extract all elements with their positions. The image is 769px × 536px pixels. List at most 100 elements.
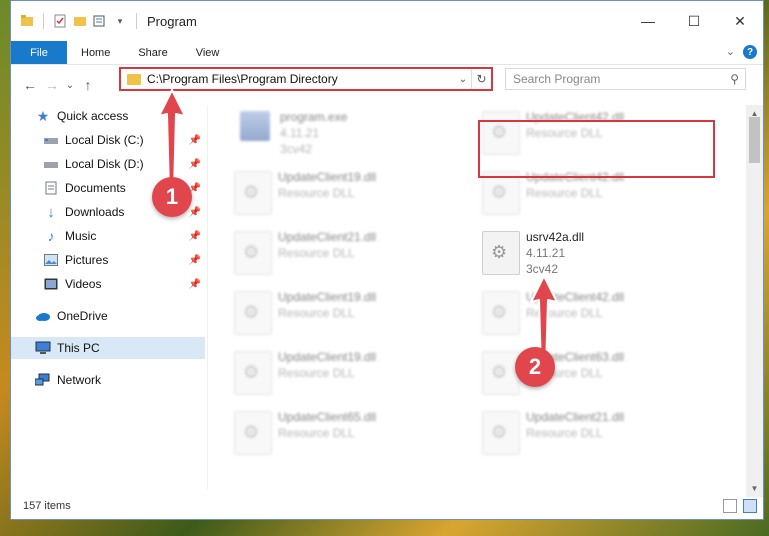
sidebar-item-label: Music bbox=[65, 229, 97, 243]
file-version: 4.11.21 bbox=[280, 126, 320, 140]
file-item[interactable]: UpdateClient21.dll Resource DLL bbox=[230, 225, 460, 281]
explorer-window: ▾ Program — ☐ ✕ File Home Share View ⌄ ?… bbox=[10, 0, 764, 520]
forward-button[interactable]: → bbox=[41, 74, 63, 96]
file-type: Resource DLL bbox=[278, 366, 355, 380]
customize-toolbar-icon[interactable] bbox=[92, 13, 108, 29]
pin-icon: 📌 bbox=[188, 230, 201, 242]
cloud-icon bbox=[35, 308, 51, 324]
chevron-down-icon[interactable]: ⌄ bbox=[455, 74, 471, 85]
videos-icon bbox=[43, 276, 59, 292]
dll-file-icon bbox=[482, 351, 520, 395]
file-type: Resource DLL bbox=[278, 246, 355, 260]
expand-ribbon-icon[interactable]: ⌄ bbox=[726, 45, 735, 59]
dll-file-icon bbox=[234, 351, 272, 395]
file-name: UpdateClient19.dll bbox=[278, 170, 377, 184]
up-button[interactable]: ↑ bbox=[77, 74, 99, 96]
file-item[interactable]: UpdateClient65.dll Resource DLL bbox=[230, 405, 460, 461]
file-name: UpdateClient19.dll bbox=[278, 350, 377, 364]
tab-view[interactable]: View bbox=[182, 41, 234, 64]
file-item[interactable]: UpdateClient21.dll Resource DLL bbox=[478, 405, 708, 461]
tab-home[interactable]: Home bbox=[67, 41, 124, 64]
toolbar-separator bbox=[136, 13, 137, 29]
sidebar-item-label: Documents bbox=[65, 181, 126, 195]
ribbon-right: ⌄ ? bbox=[726, 45, 757, 59]
callout-number-2: 2 bbox=[515, 347, 555, 387]
tab-share[interactable]: Share bbox=[124, 41, 181, 64]
file-type: Resource DLL bbox=[278, 186, 355, 200]
documents-icon bbox=[43, 180, 59, 196]
recent-locations-button[interactable]: ⌄ bbox=[63, 74, 77, 96]
network-icon bbox=[35, 372, 51, 388]
search-icon: ⚲ bbox=[730, 72, 739, 86]
file-item[interactable]: UpdateClient19.dll Resource DLL bbox=[230, 345, 460, 401]
sidebar-item-network[interactable]: Network bbox=[11, 369, 205, 391]
download-icon: ↓ bbox=[47, 203, 55, 221]
dll-file-icon bbox=[482, 231, 520, 275]
new-folder-icon[interactable] bbox=[72, 13, 88, 29]
title-bar: ▾ Program — ☐ ✕ bbox=[11, 1, 763, 41]
dll-file-icon bbox=[234, 411, 272, 455]
file-type: Resource DLL bbox=[526, 186, 603, 200]
address-path[interactable]: C:\Program Files\Program Directory bbox=[147, 72, 455, 86]
sidebar-item-pictures[interactable]: Pictures 📌 bbox=[11, 249, 205, 271]
file-type: Resource DLL bbox=[278, 306, 355, 320]
pictures-icon bbox=[43, 252, 59, 268]
sidebar-item-music[interactable]: ♪ Music 📌 bbox=[11, 225, 205, 247]
file-item[interactable]: UpdateClient63.dllResource DLL bbox=[478, 345, 708, 401]
file-name: UpdateClient21.dll bbox=[278, 230, 377, 244]
dll-file-icon bbox=[482, 291, 520, 335]
minimize-button[interactable]: — bbox=[625, 1, 671, 41]
sidebar-item-videos[interactable]: Videos 📌 bbox=[11, 273, 205, 295]
file-item[interactable]: UpdateClient19.dll Resource DLL bbox=[230, 285, 460, 341]
file-name: usrv42a.dll bbox=[526, 230, 585, 244]
file-name: program.exe bbox=[280, 110, 348, 124]
back-button[interactable]: ← bbox=[19, 74, 41, 96]
toolbar-separator bbox=[43, 13, 44, 29]
details-view-icon[interactable] bbox=[723, 499, 737, 513]
pin-icon: 📌 bbox=[188, 206, 201, 218]
sidebar-item-label: Pictures bbox=[65, 253, 109, 267]
ribbon-tabs: File Home Share View ⌄ ? bbox=[11, 41, 763, 65]
dll-file-icon bbox=[234, 171, 272, 215]
maximize-button[interactable]: ☐ bbox=[671, 1, 717, 41]
item-count: 157 items bbox=[23, 500, 71, 512]
search-placeholder: Search Program bbox=[513, 72, 601, 86]
dll-file-icon bbox=[234, 231, 272, 275]
large-icons-view-icon[interactable] bbox=[743, 499, 757, 513]
drive-icon bbox=[43, 132, 59, 148]
tab-file[interactable]: File bbox=[11, 41, 67, 64]
sidebar-item-this-pc[interactable]: This PC bbox=[11, 337, 205, 359]
file-name: UpdateClient65.dll bbox=[278, 410, 377, 424]
file-detail: 3cv42 bbox=[280, 142, 313, 156]
file-version: 4.11.21 bbox=[526, 246, 566, 260]
sidebar-item-label: Quick access bbox=[57, 109, 129, 123]
sidebar-item-label: Downloads bbox=[65, 205, 125, 219]
pin-icon: 📌 bbox=[188, 254, 201, 266]
file-name: UpdateClient21.dll bbox=[526, 410, 625, 424]
file-item[interactable]: program.exe 4.11.21 3cv42 bbox=[230, 105, 460, 161]
sidebar-item-label: Local Disk (D:) bbox=[65, 157, 144, 171]
help-icon[interactable]: ? bbox=[743, 45, 757, 59]
file-item-usrv42a[interactable]: usrv42a.dll4.11.213cv42 bbox=[478, 225, 708, 281]
chevron-down-icon[interactable]: ▾ bbox=[112, 13, 128, 29]
file-name: UpdateClient19.dll bbox=[278, 290, 377, 304]
view-toggle bbox=[723, 499, 757, 513]
file-item[interactable]: UpdateClient19.dll Resource DLL bbox=[230, 165, 460, 221]
sidebar-item-label: Network bbox=[57, 373, 102, 387]
close-button[interactable]: ✕ bbox=[717, 1, 763, 41]
search-input[interactable]: Search Program ⚲ bbox=[505, 68, 746, 90]
properties-icon[interactable] bbox=[52, 13, 68, 29]
scroll-thumb[interactable] bbox=[749, 117, 760, 163]
application-icon bbox=[240, 111, 270, 141]
file-item[interactable]: UpdateClient42.dllResource DLL bbox=[478, 285, 708, 341]
computer-icon bbox=[35, 340, 51, 356]
pane-divider bbox=[207, 105, 208, 489]
vertical-scrollbar[interactable]: ▲ ▼ bbox=[746, 105, 763, 497]
sidebar-item-onedrive[interactable]: OneDrive bbox=[11, 305, 205, 327]
sidebar-item-label: Local Disk (C:) bbox=[65, 133, 144, 147]
refresh-icon[interactable]: ↻ bbox=[471, 69, 491, 89]
drive-icon bbox=[43, 156, 59, 172]
sidebar-item-label: Videos bbox=[65, 277, 102, 291]
folder-icon bbox=[19, 13, 35, 29]
selected-file-highlight bbox=[478, 120, 715, 178]
